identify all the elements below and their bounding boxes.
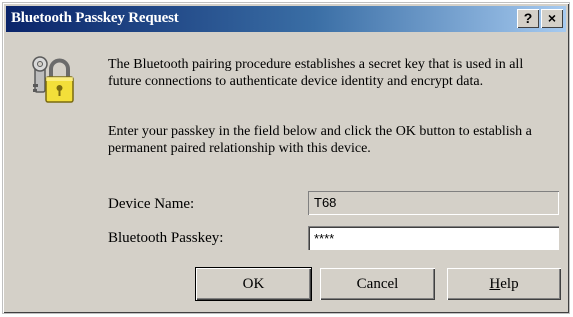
instruction-text: Enter your passkey in the field below an… bbox=[108, 124, 532, 156]
device-name-label: Device Name: bbox=[108, 196, 195, 212]
dialog-title: Bluetooth Passkey Request bbox=[11, 10, 179, 26]
passkey-label: Bluetooth Passkey: bbox=[108, 230, 224, 246]
key-lock-icon bbox=[32, 56, 74, 103]
ok-button[interactable]: OK bbox=[195, 267, 312, 301]
question-icon: ? bbox=[523, 10, 533, 26]
device-name-field: T68 bbox=[308, 191, 559, 215]
title-help-button[interactable]: ? bbox=[517, 9, 539, 28]
cancel-button[interactable]: Cancel bbox=[320, 268, 435, 300]
close-button[interactable]: × bbox=[541, 9, 563, 28]
passkey-dialog: Bluetooth Passkey Request ? × The Blueto… bbox=[2, 2, 570, 314]
close-icon: × bbox=[547, 10, 557, 26]
passkey-input[interactable] bbox=[308, 226, 559, 250]
help-mnemonic: H bbox=[489, 276, 501, 292]
title-bar[interactable]: Bluetooth Passkey Request ? × bbox=[6, 6, 566, 32]
help-label-rest: elp bbox=[500, 276, 519, 292]
intro-text: The Bluetooth pairing procedure establis… bbox=[108, 57, 524, 89]
help-button[interactable]: Help bbox=[447, 268, 561, 300]
